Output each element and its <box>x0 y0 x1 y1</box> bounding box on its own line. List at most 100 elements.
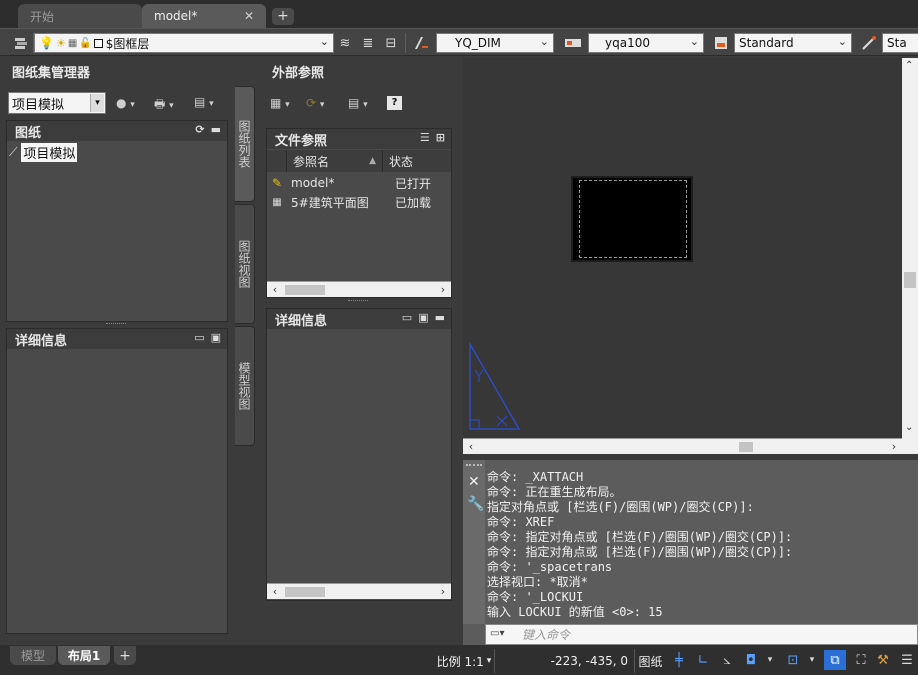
textstyle-value: yqa100 <box>605 36 650 50</box>
scroll-up-icon[interactable]: ⌃ <box>905 60 913 71</box>
file-references-scrollbar[interactable]: ‹ › <box>267 281 451 297</box>
chevron-down-icon[interactable]: ▾ <box>806 650 818 670</box>
scroll-left-icon[interactable]: ‹ <box>267 282 283 298</box>
file-references-panel: 文件参照 ☰ ⊞ 参照名 ▲ 状态 ✎ model* 已打开 ▦ 5#建筑平面图… <box>266 128 452 298</box>
add-layout-button[interactable]: + <box>114 646 136 665</box>
wrench-icon[interactable]: 🔧 <box>467 496 484 512</box>
scroll-thumb[interactable] <box>904 272 916 288</box>
scroll-left-icon[interactable]: ‹ <box>267 584 283 600</box>
scroll-thumb[interactable] <box>285 285 325 295</box>
close-icon[interactable]: ✕ <box>244 9 254 23</box>
tab-layout1[interactable]: 布局1 <box>58 646 110 665</box>
xref-row-name: model* <box>291 176 335 190</box>
preview-icon[interactable]: ▣ <box>211 331 221 344</box>
annotation-scale-icon[interactable]: ⛶ <box>850 650 872 670</box>
splitter-grip[interactable] <box>348 300 368 303</box>
col-status-header[interactable]: 状态 <box>383 150 451 172</box>
scroll-corner <box>902 438 918 454</box>
chevron-down-icon[interactable]: ▾ <box>764 650 776 670</box>
command-history: 命令: _XATTACH 命令: 正在重生成布局。 指定对角点或 [栏选(F)/… <box>463 460 918 624</box>
ortho-icon[interactable]: ⦣ <box>716 650 738 670</box>
command-prompt-icon[interactable]: ▭▾ <box>490 628 504 639</box>
change-path-icon[interactable]: ▤ ▾ <box>348 96 368 110</box>
details-icon[interactable]: ▭ <box>402 311 412 324</box>
object-snap-icon[interactable]: ⊡ <box>782 650 804 670</box>
xref-details-scrollbar[interactable]: ‹ › <box>267 583 451 599</box>
splitter-grip[interactable] <box>106 323 126 326</box>
help-icon[interactable]: ? <box>387 96 402 110</box>
scroll-right-icon[interactable]: › <box>435 584 451 600</box>
polar-icon[interactable]: ◘ <box>740 650 762 670</box>
mleaderstyle-combo[interactable]: Sta <box>882 33 918 53</box>
textstyle-combo[interactable]: yqa100 ⌄ <box>588 33 704 53</box>
grid-icon[interactable]: ╪ <box>668 650 690 670</box>
scroll-right-icon[interactable]: › <box>435 282 451 298</box>
scroll-down-icon[interactable]: ⌄ <box>905 422 913 433</box>
make-current-layer-icon[interactable]: ≋ <box>334 32 356 54</box>
dimstyle-combo[interactable]: YQ_DIM ⌄ <box>436 33 554 53</box>
sheetset-tools-icon[interactable]: ▤ ▾ <box>194 95 214 109</box>
layer-color-icon <box>93 38 103 48</box>
xref-table-header: 参照名 ▲ 状态 <box>267 150 451 172</box>
layer-name: $图框层 <box>105 36 150 51</box>
project-select[interactable]: 项目模拟 ▾ <box>8 92 106 114</box>
textstyle-icon[interactable] <box>562 32 584 54</box>
details-icon[interactable]: ▭ <box>194 331 204 344</box>
tablestyle-combo[interactable]: Standard ⌄ <box>734 33 852 53</box>
tree-view-icon[interactable]: ⊞ <box>436 131 445 144</box>
sheets-header: 图纸 ⟳ ▬ <box>7 121 227 141</box>
dimstyle-icon[interactable] <box>410 32 432 54</box>
sheet-item-label: 项目模拟 <box>21 142 78 162</box>
table-row[interactable]: ▦ 5#建筑平面图 已加载 <box>267 193 451 211</box>
canvas-vertical-scrollbar[interactable]: ⌃ ⌄ <box>902 58 918 438</box>
layer-previous-icon[interactable]: ⊟ <box>380 32 402 54</box>
scroll-thumb[interactable] <box>285 587 325 597</box>
list-view-icon[interactable]: ☰ <box>420 131 430 144</box>
tab-sheet-list[interactable]: 图纸列表 <box>235 86 255 202</box>
refresh-icon[interactable]: ⟳ <box>195 123 204 136</box>
layer-combo[interactable]: 💡 ☀ ▦ 🔓 $图框层 ⌄ <box>34 33 334 53</box>
tab-model[interactable]: model* ✕ <box>142 4 266 28</box>
scroll-thumb[interactable] <box>739 442 753 452</box>
sheet-item[interactable]: ⟋ 项目模拟 <box>9 142 78 162</box>
scroll-left-icon[interactable]: ‹ <box>463 439 479 455</box>
minimize-icon[interactable]: ▬ <box>435 311 445 324</box>
scale-label: 比例 1:1 <box>436 654 484 669</box>
command-history-line: 命令: XREF <box>487 515 555 529</box>
table-row[interactable]: ✎ model* 已打开 <box>267 174 451 192</box>
customize-menu-icon[interactable]: ☰ <box>896 650 918 670</box>
new-tab-button[interactable]: + <box>272 8 294 25</box>
sheetset-publish-icon[interactable]: ● ▾ <box>116 96 135 110</box>
minimize-icon[interactable]: ▬ <box>211 123 221 136</box>
tablestyle-icon[interactable] <box>710 32 732 54</box>
command-input[interactable]: ▭▾ 键入命令 <box>485 624 918 645</box>
snap-icon[interactable]: ∟ <box>692 650 714 670</box>
sort-asc-icon: ▲ <box>369 156 376 166</box>
paper-space-button[interactable]: 图纸 <box>634 649 666 673</box>
tab-start[interactable]: 开始 <box>18 4 142 28</box>
preview-icon[interactable]: ▣ <box>418 311 428 324</box>
tab-model-space[interactable]: 模型 <box>10 646 56 665</box>
mleaderstyle-icon[interactable] <box>858 32 880 54</box>
workspace-icon[interactable]: ⚒ <box>872 650 894 670</box>
sheets-panel: 图纸 ⟳ ▬ ⟋ 项目模拟 <box>6 120 228 322</box>
coordinates-readout[interactable]: -223, -435, 0 <box>494 649 634 673</box>
layer-properties-icon[interactable] <box>10 32 32 54</box>
selection-cycling-icon[interactable]: ⧉ <box>824 650 846 670</box>
tab-model-views[interactable]: 模型视图 <box>235 326 255 446</box>
drawing-canvas[interactable] <box>463 58 918 438</box>
xref-details-header: 详细信息 ▭ ▣ ▬ <box>267 309 451 329</box>
col-name-header[interactable]: 参照名 ▲ <box>287 150 383 172</box>
attach-dwg-icon[interactable]: ▦ ▾ <box>270 96 290 110</box>
plot-icon[interactable]: 🖶 ▾ <box>154 95 174 116</box>
tab-sheet-views[interactable]: 图纸视图 <box>235 204 255 324</box>
layer-match-icon[interactable]: ≣ <box>357 32 379 54</box>
drawing-icon: ✎ <box>271 176 283 190</box>
viewport[interactable] <box>573 178 691 260</box>
close-icon[interactable]: ✕ <box>468 474 480 490</box>
scale-button[interactable]: 比例 1:1 ▾ <box>434 649 494 673</box>
refresh-xref-icon[interactable]: ⟳ ▾ <box>306 96 324 110</box>
canvas-horizontal-scrollbar[interactable]: ‹ › <box>463 438 902 454</box>
drag-handle[interactable] <box>466 464 482 468</box>
scroll-right-icon[interactable]: › <box>886 439 902 455</box>
